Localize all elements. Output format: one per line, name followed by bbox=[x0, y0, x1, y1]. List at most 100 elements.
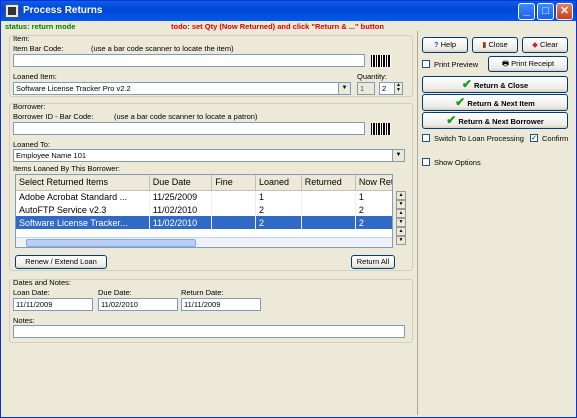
return-date-label: Return Date: bbox=[181, 288, 224, 297]
show-options-label: Show Options bbox=[434, 158, 481, 167]
return-next-borrower-label: Return & Next Borrower bbox=[458, 117, 544, 126]
loaned-item-select[interactable]: Software License Tracker Pro v2.2 ▼ bbox=[13, 82, 351, 95]
table-cell bbox=[301, 216, 356, 229]
clear-button[interactable]: ◆ Clear bbox=[522, 37, 568, 53]
table-cell: Adobe Acrobat Standard ... bbox=[16, 190, 150, 203]
status-todo: todo: set Qty (Now Returned) and click "… bbox=[171, 22, 384, 31]
table-row[interactable]: Adobe Acrobat Standard ... 11/25/2009 1 … bbox=[16, 190, 392, 203]
close-window-button[interactable]: ✕ bbox=[556, 3, 573, 20]
due-date-label: Due Date: bbox=[98, 288, 132, 297]
close-button[interactable]: ▮ Close bbox=[472, 37, 518, 53]
borrower-id-hint: (use a bar code scanner to locate a patr… bbox=[114, 112, 258, 121]
table-cell bbox=[211, 203, 256, 216]
column-header[interactable]: Fine bbox=[211, 175, 256, 191]
item-barcode-hint: (use a bar code scanner to locate the it… bbox=[91, 44, 234, 53]
app-icon bbox=[5, 4, 19, 18]
print-preview-checkbox[interactable] bbox=[422, 60, 430, 68]
minimize-button[interactable]: _ bbox=[518, 3, 535, 20]
column-header[interactable]: Select Returned Items bbox=[16, 175, 150, 191]
return-next-item-button[interactable]: ✔ Return & Next Item bbox=[422, 94, 568, 111]
table-cell: 11/25/2009 bbox=[149, 190, 213, 203]
table-cell[interactable]: 2 bbox=[355, 203, 392, 216]
table-cell[interactable]: 1 bbox=[355, 190, 392, 203]
table-cell: Software License Tracker... bbox=[16, 216, 150, 229]
loaned-to-value: Employee Name 101 bbox=[16, 151, 87, 160]
checkmark-icon: ✔ bbox=[446, 113, 457, 127]
due-date-input[interactable]: 11/02/2010 bbox=[98, 298, 178, 311]
switch-loan-checkbox[interactable] bbox=[422, 134, 430, 142]
table-cell: 1 bbox=[255, 190, 302, 203]
table-cell[interactable]: 2 bbox=[355, 216, 392, 229]
window-title: Process Returns bbox=[23, 5, 103, 16]
loaned-item-value: Software License Tracker Pro v2.2 bbox=[16, 84, 131, 93]
table-cell: 2 bbox=[255, 216, 302, 229]
table-cell bbox=[211, 216, 256, 229]
horizontal-scrollbar[interactable] bbox=[16, 237, 392, 247]
barcode-icon bbox=[371, 123, 391, 135]
borrower-id-input[interactable] bbox=[13, 122, 365, 135]
help-button[interactable]: ? Help bbox=[422, 37, 468, 53]
maximize-button[interactable]: □ bbox=[537, 3, 554, 20]
item-barcode-input[interactable] bbox=[13, 54, 365, 67]
loaned-item-label: Loaned Item: bbox=[13, 72, 57, 81]
scrollbar-thumb[interactable] bbox=[26, 239, 196, 247]
column-header[interactable]: Loaned bbox=[255, 175, 302, 191]
confirm-label: Confirm bbox=[542, 134, 569, 143]
row-stepper-down-icon[interactable]: ▼ bbox=[396, 218, 406, 227]
loaned-items-table[interactable]: Select Returned Items Due Date Fine Loan… bbox=[15, 174, 393, 248]
notes-label: Notes: bbox=[13, 316, 35, 325]
help-icon: ? bbox=[433, 40, 439, 49]
quantity-stepper[interactable]: 2 ▲ ▼ bbox=[379, 82, 403, 95]
chevron-down-icon[interactable]: ▼ bbox=[392, 150, 404, 161]
table-row[interactable]: AutoFTP Service v2.3 11/02/2010 2 2 bbox=[16, 203, 392, 216]
door-icon: ▮ bbox=[482, 40, 487, 49]
printer-icon: 🖶 bbox=[501, 59, 510, 68]
column-header[interactable]: Due Date bbox=[149, 175, 213, 191]
row-stepper-down-icon[interactable]: ▼ bbox=[396, 200, 406, 209]
return-close-label: Return & Close bbox=[473, 81, 529, 90]
row-stepper-up-icon[interactable]: ▲ bbox=[396, 227, 406, 236]
row-stepper-down-icon[interactable]: ▼ bbox=[396, 236, 406, 245]
row-stepper-up-icon[interactable]: ▲ bbox=[396, 191, 406, 200]
process-returns-window: Process Returns _ □ ✕ status: return mod… bbox=[0, 0, 577, 418]
stepper-arrows-icon[interactable]: ▲ ▼ bbox=[394, 83, 402, 94]
help-label: Help bbox=[440, 40, 457, 49]
loan-date-input[interactable]: 11/11/2009 bbox=[13, 298, 93, 311]
switch-loan-label: Switch To Loan Processing bbox=[434, 134, 524, 143]
return-next-borrower-button[interactable]: ✔ Return & Next Borrower bbox=[422, 112, 568, 129]
show-options-checkbox[interactable] bbox=[422, 158, 430, 166]
loan-date-label: Loan Date: bbox=[13, 288, 50, 297]
notes-input[interactable] bbox=[13, 325, 405, 338]
table-header: Select Returned Items Due Date Fine Loan… bbox=[16, 175, 392, 191]
return-next-item-label: Return & Next Item bbox=[467, 99, 535, 108]
return-all-button[interactable]: Return All bbox=[351, 255, 395, 269]
table-cell bbox=[211, 190, 256, 203]
confirm-checkbox[interactable]: ✓ bbox=[530, 134, 538, 142]
print-preview-label: Print Preview bbox=[434, 60, 479, 69]
return-date-input[interactable]: 11/11/2009 bbox=[181, 298, 261, 311]
panel-divider bbox=[417, 31, 418, 415]
return-close-button[interactable]: ✔ Return & Close bbox=[422, 76, 568, 93]
quantity-total: 1 bbox=[357, 82, 375, 95]
column-header[interactable]: Now Retu bbox=[355, 175, 392, 191]
title-bar[interactable]: Process Returns _ □ ✕ bbox=[1, 1, 576, 21]
table-cell: AutoFTP Service v2.3 bbox=[16, 203, 150, 216]
table-cell bbox=[301, 203, 356, 216]
quantity-value: 2 bbox=[382, 84, 387, 93]
checkmark-icon: ✔ bbox=[455, 95, 466, 109]
eraser-icon: ◆ bbox=[532, 40, 538, 49]
column-header[interactable]: Returned bbox=[301, 175, 356, 191]
renew-extend-loan-button[interactable]: Renew / Extend Loan bbox=[15, 255, 107, 269]
print-receipt-button[interactable]: 🖶 Print Receipt bbox=[488, 56, 568, 72]
table-row-selected[interactable]: Software License Tracker... 11/02/2010 2… bbox=[16, 216, 392, 229]
item-group-label: Item: bbox=[13, 34, 30, 43]
borrower-group-label: Borrower: bbox=[13, 102, 46, 111]
row-stepper-up-icon[interactable]: ▲ bbox=[396, 209, 406, 218]
loaned-to-select[interactable]: Employee Name 101 ▼ bbox=[13, 149, 405, 162]
checkmark-icon: ✔ bbox=[461, 77, 472, 91]
chevron-down-icon[interactable]: ▼ bbox=[338, 83, 350, 94]
table-cell bbox=[301, 190, 356, 203]
barcode-icon bbox=[371, 55, 391, 67]
close-label: Close bbox=[488, 40, 508, 49]
dates-group-label: Dates and Notes: bbox=[13, 278, 71, 287]
